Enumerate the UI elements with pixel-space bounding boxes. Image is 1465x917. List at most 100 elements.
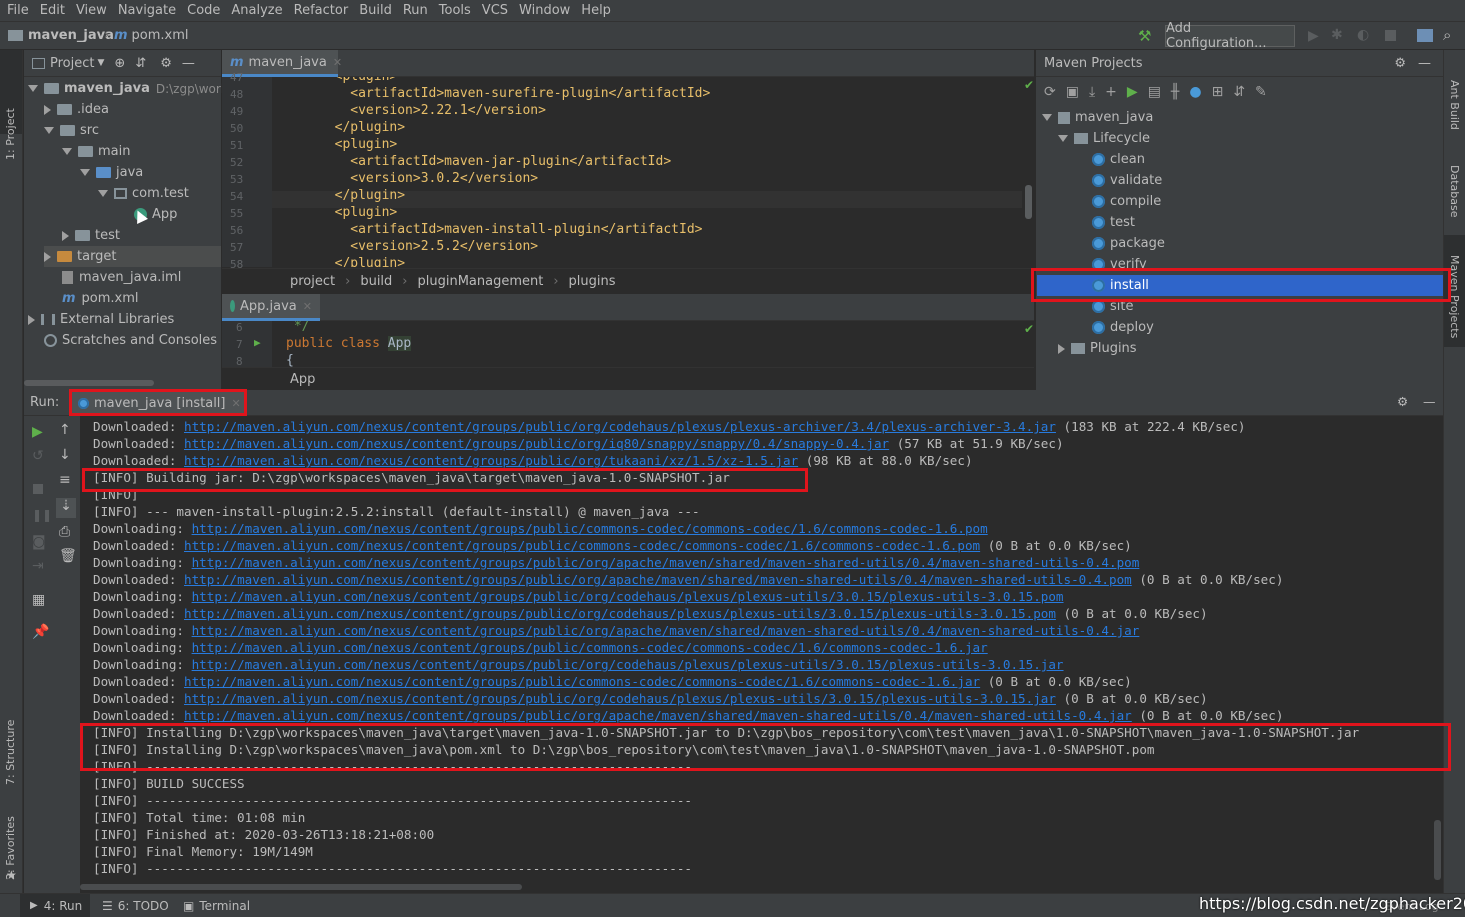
breadcrumb-project[interactable]: project xyxy=(290,274,335,289)
breadcrumb-file[interactable]: m pom.xml xyxy=(114,28,189,43)
tree-node-idea[interactable]: .idea xyxy=(44,99,109,120)
debug-icon[interactable]: ✱ xyxy=(1331,27,1343,43)
vertical-scrollbar[interactable] xyxy=(1025,185,1032,219)
target-icon[interactable]: ⊕ xyxy=(114,56,125,71)
close-icon[interactable]: ✕ xyxy=(232,397,241,410)
breadcrumb-project[interactable]: maven_java xyxy=(8,28,114,43)
menu-navigate[interactable]: Navigate xyxy=(115,3,179,18)
pause-icon[interactable]: ❚❚ xyxy=(32,508,52,522)
code-view-2[interactable]: */ public class App { xyxy=(286,321,1016,367)
code-view[interactable]: <plugin> <artifactId>maven-surefire-plug… xyxy=(272,77,1022,267)
breadcrumb-build[interactable]: build xyxy=(360,274,392,289)
breadcrumb-plugins[interactable]: plugins xyxy=(569,274,616,289)
console-link[interactable]: http://maven.aliyun.com/nexus/content/gr… xyxy=(192,555,1140,570)
tree-node-iml[interactable]: maven_java.iml xyxy=(62,267,181,288)
maven-goal-validate[interactable]: validate xyxy=(1092,170,1162,191)
project-structure-icon[interactable] xyxy=(1417,29,1433,42)
collapse-all-icon[interactable]: ⇵ xyxy=(1233,84,1245,100)
chevron-right-icon[interactable] xyxy=(62,230,69,241)
maven-projects-tool-tab[interactable]: Maven Projects xyxy=(1448,255,1461,338)
todo-tool-button[interactable]: ☰ 6: TODO xyxy=(102,899,169,913)
print-icon[interactable]: ⎙ xyxy=(59,524,70,540)
show-dependencies-icon[interactable]: ⊞ xyxy=(1212,84,1224,100)
chevron-right-icon[interactable] xyxy=(28,314,35,325)
menu-analyze[interactable]: Analyze xyxy=(228,3,285,18)
soft-wrap-icon[interactable]: ≡ xyxy=(59,472,71,488)
breadcrumb-app[interactable]: App xyxy=(290,372,315,387)
add-configuration-button[interactable]: Add Configuration... xyxy=(1165,21,1295,51)
chevron-down-icon[interactable] xyxy=(80,169,90,176)
console-vertical-scrollbar[interactable] xyxy=(1434,820,1441,880)
console-link[interactable]: http://maven.aliyun.com/nexus/content/gr… xyxy=(184,674,980,689)
menu-refactor[interactable]: Refactor xyxy=(291,3,352,18)
console-link[interactable]: http://maven.aliyun.com/nexus/content/gr… xyxy=(192,589,1064,604)
coverage-icon[interactable]: ◐ xyxy=(1357,27,1369,43)
stop-icon[interactable] xyxy=(33,484,43,494)
layout-icon[interactable]: ▦ xyxy=(32,592,45,608)
pin-icon[interactable]: 📌 xyxy=(32,624,49,640)
tree-node-target[interactable]: target xyxy=(44,246,221,267)
trash-icon[interactable]: 🗑 xyxy=(59,548,77,564)
tree-node-src[interactable]: src xyxy=(44,120,99,141)
run-tool-button[interactable]: ▶ 4: Run xyxy=(20,894,90,917)
chevron-down-icon[interactable] xyxy=(28,85,38,92)
maven-goal-clean[interactable]: clean xyxy=(1092,149,1145,170)
project-tool-tab[interactable]: 1: Project xyxy=(4,108,17,160)
run-maven-icon[interactable]: ▶ xyxy=(1127,84,1138,100)
chevron-right-icon[interactable] xyxy=(1058,343,1065,354)
maven-root[interactable]: maven_java xyxy=(1042,107,1153,128)
maven-goal-compile[interactable]: compile xyxy=(1092,191,1161,212)
chevron-down-icon[interactable] xyxy=(44,127,54,134)
gear-icon[interactable]: ⚙ xyxy=(1394,56,1406,71)
add-icon[interactable]: + xyxy=(1105,84,1117,100)
stop-icon[interactable] xyxy=(1385,30,1396,41)
run-config-icon[interactable]: ▤ xyxy=(1148,84,1161,100)
ant-build-tool-tab[interactable]: Ant Build xyxy=(1448,80,1461,130)
tree-node-external-libraries[interactable]: External Libraries xyxy=(28,309,174,330)
console-link[interactable]: http://maven.aliyun.com/nexus/content/gr… xyxy=(192,657,1064,672)
wrench-icon[interactable]: ✎ xyxy=(1255,84,1267,100)
breadcrumb-plugin-management[interactable]: pluginManagement xyxy=(418,274,544,289)
menu-view[interactable]: View xyxy=(73,3,110,18)
arrow-down-icon[interactable]: ↓ xyxy=(59,447,71,463)
menu-window[interactable]: Window xyxy=(516,3,573,18)
chevron-right-icon[interactable] xyxy=(44,251,51,262)
console-link[interactable]: http://maven.aliyun.com/nexus/content/gr… xyxy=(192,521,988,536)
refresh-icon[interactable]: ⟳ xyxy=(1044,84,1056,100)
console-link[interactable]: http://maven.aliyun.com/nexus/content/gr… xyxy=(184,538,980,553)
menu-vcs[interactable]: VCS xyxy=(479,3,511,18)
chevron-down-icon[interactable] xyxy=(1058,135,1068,142)
console-link[interactable]: http://maven.aliyun.com/nexus/content/gr… xyxy=(184,419,1056,434)
tree-node-java[interactable]: java xyxy=(80,162,143,183)
maven-goal-deploy[interactable]: deploy xyxy=(1092,317,1154,338)
maven-goal-test[interactable]: test xyxy=(1092,212,1135,233)
maven-plugins-node[interactable]: Plugins xyxy=(1058,338,1137,359)
exit-icon[interactable]: ⇥ xyxy=(32,558,44,574)
hide-icon[interactable]: — xyxy=(1423,394,1436,409)
tree-node-main[interactable]: main xyxy=(62,141,130,162)
hide-icon[interactable]: — xyxy=(1418,56,1431,71)
hide-icon[interactable]: — xyxy=(182,56,195,71)
chevron-down-icon[interactable] xyxy=(62,148,72,155)
close-icon[interactable]: ✕ xyxy=(333,56,342,69)
scroll-to-end-icon[interactable]: ⇣ xyxy=(56,498,76,518)
rerun-failed-icon[interactable]: ↺ xyxy=(32,448,44,464)
maven-goal-package[interactable]: package xyxy=(1092,233,1165,254)
arrow-up-icon[interactable]: ↑ xyxy=(59,422,71,438)
console-horizontal-scrollbar[interactable] xyxy=(80,884,522,890)
gear-icon[interactable]: ⚙ xyxy=(1397,394,1408,409)
chevron-down-icon[interactable]: ▼ xyxy=(97,58,104,68)
menu-code[interactable]: Code xyxy=(184,3,223,18)
menu-build[interactable]: Build xyxy=(356,3,395,18)
run-icon[interactable]: ▶ xyxy=(1308,28,1319,44)
console-link[interactable]: http://maven.aliyun.com/nexus/content/gr… xyxy=(184,453,798,468)
console-link[interactable]: http://maven.aliyun.com/nexus/content/gr… xyxy=(192,640,988,655)
tree-node-scratches[interactable]: Scratches and Consoles xyxy=(44,330,217,351)
chevron-down-icon[interactable] xyxy=(1042,114,1052,121)
horizontal-scrollbar[interactable] xyxy=(24,380,154,386)
menu-edit[interactable]: Edit xyxy=(37,3,68,18)
maven-goal-site[interactable]: site xyxy=(1092,296,1133,317)
toggle-offline-icon[interactable]: ╫ xyxy=(1171,84,1179,100)
tree-node-package[interactable]: com.test xyxy=(98,183,189,204)
menu-run[interactable]: Run xyxy=(400,3,431,18)
